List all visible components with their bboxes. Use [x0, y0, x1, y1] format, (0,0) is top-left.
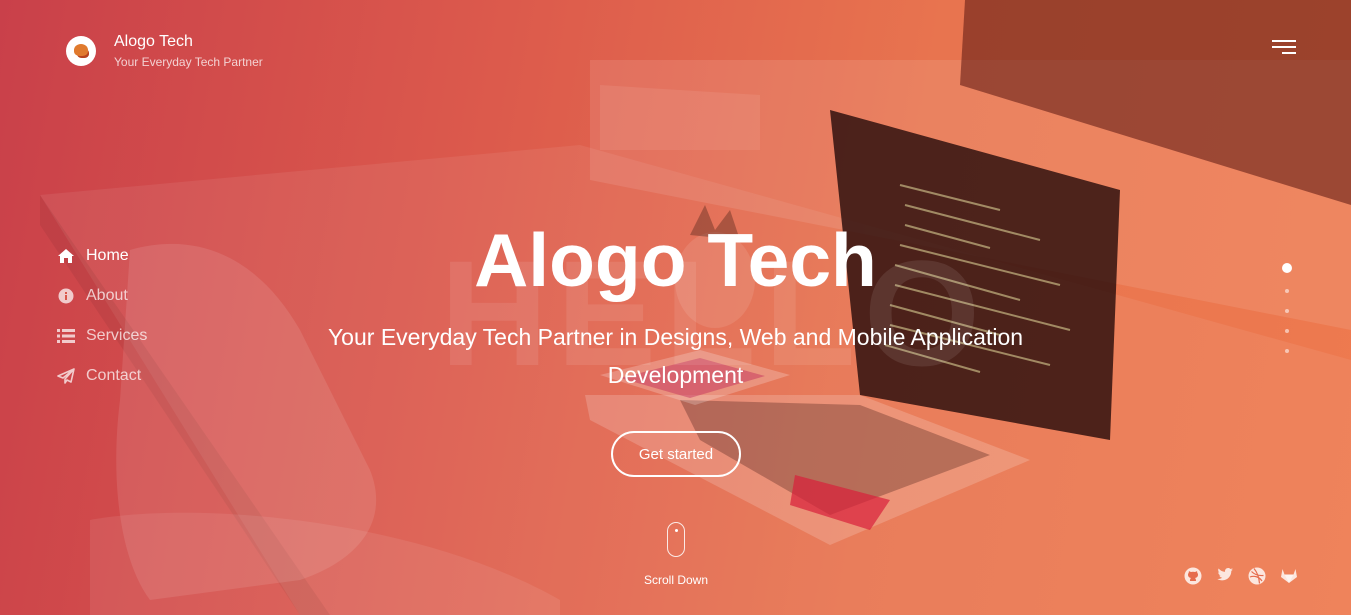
scroll-down[interactable]: Scroll Down [636, 522, 716, 587]
brand-logo-icon [66, 36, 96, 66]
hero-subtitle: Your Everyday Tech Partner in Designs, W… [327, 324, 1024, 388]
dribbble-icon[interactable] [1248, 567, 1266, 585]
pagination-dot[interactable] [1285, 329, 1289, 333]
brand-title: Alogo Tech [114, 33, 193, 50]
menu-line [1282, 52, 1296, 54]
pagination-dot[interactable] [1285, 349, 1289, 353]
nav-label: Services [86, 327, 148, 344]
nav-item-services[interactable]: Services [56, 316, 147, 356]
brand[interactable]: Alogo Tech Your Everyday Tech Partner [66, 33, 263, 69]
nav-label: Contact [86, 367, 142, 384]
brand-text: Alogo Tech Your Everyday Tech Partner [114, 33, 263, 69]
social-links [1184, 567, 1298, 585]
hero-title: Alogo Tech [474, 218, 877, 302]
pagination-dot[interactable] [1282, 263, 1292, 273]
scroll-down-label: Scroll Down [643, 573, 709, 587]
list-icon [56, 326, 76, 346]
section-pagination [1282, 263, 1292, 369]
mouse-scroll-icon [667, 522, 685, 557]
brand-tagline: Your Everyday Tech Partner [114, 55, 263, 69]
paper-plane-icon [56, 366, 76, 386]
hamburger-menu-icon[interactable] [1270, 38, 1296, 56]
menu-line [1272, 46, 1296, 48]
pagination-dot[interactable] [1285, 309, 1289, 313]
gitlab-icon[interactable] [1280, 567, 1298, 585]
menu-line [1272, 40, 1296, 42]
get-started-button[interactable]: Get started [611, 431, 741, 477]
github-icon[interactable] [1184, 567, 1202, 585]
twitter-icon[interactable] [1216, 567, 1234, 585]
nav-item-contact[interactable]: Contact [56, 356, 147, 396]
pagination-dot[interactable] [1285, 289, 1289, 293]
